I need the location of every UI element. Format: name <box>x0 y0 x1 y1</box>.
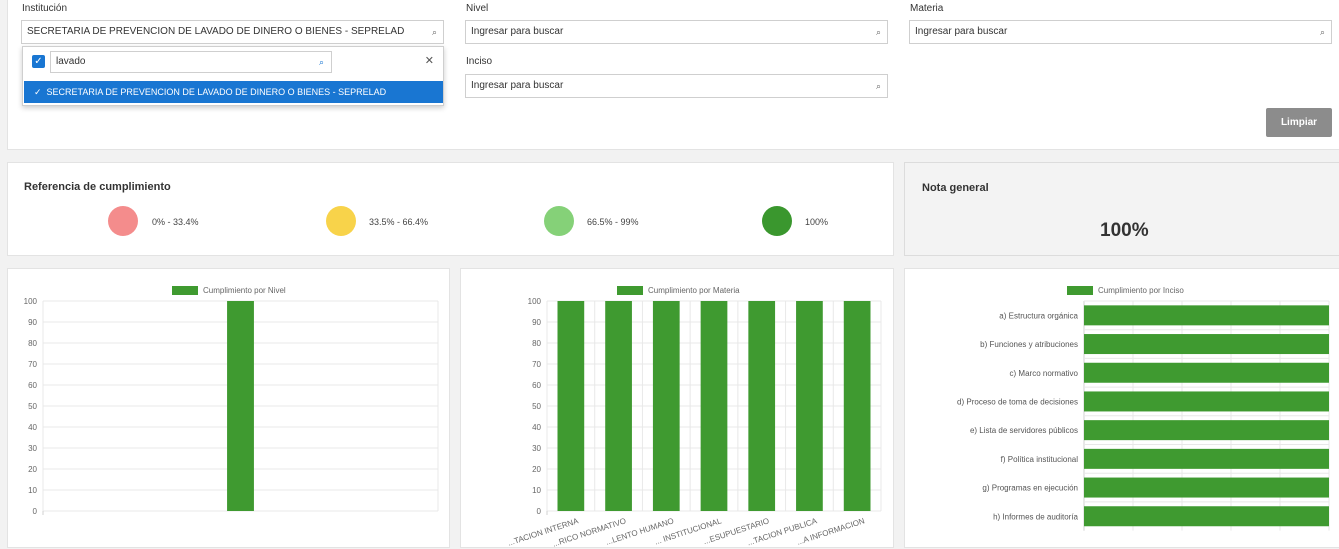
reference-title: Referencia de cumplimiento <box>24 181 171 193</box>
bar <box>796 301 823 511</box>
institucion-label: Institución <box>22 3 68 14</box>
inciso-placeholder: Ingresar para buscar <box>471 80 564 91</box>
y-tick-label: 60 <box>532 381 541 390</box>
y-tick-label: 30 <box>532 444 541 453</box>
y-tick-label: b) Funciones y atribuciones <box>980 340 1078 349</box>
close-icon[interactable]: ✕ <box>425 54 434 67</box>
bar <box>1084 477 1329 498</box>
y-tick-label: 70 <box>532 360 541 369</box>
legend-dot-light-green <box>544 206 574 236</box>
general-title: Nota general <box>922 182 989 194</box>
y-tick-label: 70 <box>28 360 37 369</box>
legend-dot-red <box>108 206 138 236</box>
nivel-label: Nivel <box>466 3 489 14</box>
y-tick-label: a) Estructura orgánica <box>999 311 1078 320</box>
chart-nivel: Cumplimiento por Nivel 0 10 20 30 40 50 60 70 80 9… <box>24 286 439 516</box>
legend-range-label: 0% - 33.4% <box>152 217 199 227</box>
dropdown-search-input[interactable]: lavado ⌕ <box>50 51 332 73</box>
y-tick-label: 50 <box>532 402 541 411</box>
search-icon: ⌕ <box>318 57 324 67</box>
legend-range-label: 66.5% - 99% <box>587 217 639 227</box>
y-tick-label: g) Programas en ejecución <box>982 484 1078 493</box>
y-tick-label: 20 <box>28 465 37 474</box>
y-tick-label: 80 <box>28 339 37 348</box>
y-tick-label: 80 <box>532 339 541 348</box>
bar <box>652 301 680 511</box>
legend-swatch <box>1067 286 1093 295</box>
chart-materia: Cumplimiento por Materia 0 10 20 30 40 50 60 70 8… <box>507 286 882 549</box>
general-panel: Nota general 100% <box>904 162 1339 256</box>
search-icon: ⌕ <box>875 81 881 91</box>
inciso-label: Inciso <box>466 56 493 67</box>
bar <box>1084 391 1329 412</box>
chart-panel-inciso: Cumplimiento por Inciso a) Estructura org… <box>904 268 1339 548</box>
search-icon: ⌕ <box>875 27 881 37</box>
legend-label: Cumplimiento por Materia <box>648 286 740 295</box>
y-tick-label: h) Informes de auditoría <box>993 512 1078 521</box>
institucion-dropdown: ✓ lavado ⌕ ✕ ✓ SECRETARIA DE PREVENCION … <box>22 46 444 106</box>
y-tick-label: 30 <box>28 444 37 453</box>
search-icon: ⌕ <box>1319 27 1325 37</box>
y-tick-label: f) Política institucional <box>1001 455 1079 464</box>
y-tick-label: 20 <box>532 465 541 474</box>
y-tick-label: e) Lista de servidores públicos <box>970 426 1078 435</box>
chart-panel-materia: Cumplimiento por Materia 0 10 20 30 40 50 60 70 8… <box>460 268 894 549</box>
institucion-value: SECRETARIA DE PREVENCION DE LAVADO DE DI… <box>27 26 405 37</box>
y-tick-label: 0 <box>537 507 542 516</box>
bar <box>557 301 585 511</box>
materia-placeholder: Ingresar para buscar <box>915 26 1008 37</box>
bar <box>843 301 871 511</box>
materia-label: Materia <box>910 3 944 14</box>
bar <box>1084 420 1329 441</box>
y-tick-label: c) Marco normativo <box>1010 369 1079 378</box>
legend-label: Cumplimiento por Inciso <box>1098 286 1184 295</box>
bar <box>1084 448 1329 469</box>
dropdown-search-text: lavado <box>56 56 86 67</box>
bar <box>1084 334 1329 355</box>
bar <box>227 301 254 511</box>
legend-dot-green <box>762 206 792 236</box>
legend-swatch <box>617 286 643 295</box>
bar <box>1084 305 1329 326</box>
y-tick-label: 100 <box>24 297 38 306</box>
legend-range-label: 100% <box>805 217 829 227</box>
y-tick-label: 50 <box>28 402 37 411</box>
legend-swatch <box>172 286 198 295</box>
inciso-select[interactable]: Ingresar para buscar ⌕ <box>465 74 888 98</box>
y-tick-label: 10 <box>532 486 541 495</box>
dropdown-option[interactable]: ✓ SECRETARIA DE PREVENCION DE LAVADO DE … <box>24 81 443 103</box>
bar <box>748 301 776 511</box>
legend-range-label: 33.5% - 66.4% <box>369 217 429 227</box>
select-all-checkbox[interactable]: ✓ <box>32 55 45 68</box>
bar <box>1084 362 1329 383</box>
dropdown-option-label: SECRETARIA DE PREVENCION DE LAVADO DE DI… <box>46 87 387 97</box>
y-tick-label: 0 <box>33 507 38 516</box>
nivel-placeholder: Ingresar para buscar <box>471 26 564 37</box>
bar <box>1084 506 1329 527</box>
y-tick-label: 10 <box>28 486 37 495</box>
nivel-select[interactable]: Ingresar para buscar ⌕ <box>465 20 888 44</box>
materia-select[interactable]: Ingresar para buscar ⌕ <box>909 20 1332 44</box>
y-tick-label: 90 <box>532 318 541 327</box>
search-icon: ⌕ <box>431 27 437 37</box>
general-value: 100% <box>1100 220 1149 241</box>
chart-panel-nivel: Cumplimiento por Nivel 0 10 20 30 40 50 60 70 80 9… <box>7 268 450 548</box>
bar <box>605 301 632 511</box>
legend-dot-yellow <box>326 206 356 236</box>
y-tick-label: 40 <box>28 423 37 432</box>
institucion-select[interactable]: SECRETARIA DE PREVENCION DE LAVADO DE DI… <box>21 20 444 44</box>
clear-button[interactable]: Limpiar <box>1266 108 1332 137</box>
y-tick-label: d) Proceso de toma de decisiones <box>957 397 1078 406</box>
reference-panel: Referencia de cumplimiento 0% - 33.4% 33… <box>7 162 894 256</box>
legend-label: Cumplimiento por Nivel <box>203 286 286 295</box>
y-tick-label: 40 <box>532 423 541 432</box>
bar <box>700 301 728 511</box>
y-tick-label: 90 <box>28 318 37 327</box>
chart-inciso: Cumplimiento por Inciso a) Estructura org… <box>957 286 1330 531</box>
y-tick-label: 60 <box>28 381 37 390</box>
y-tick-label: 100 <box>528 297 542 306</box>
